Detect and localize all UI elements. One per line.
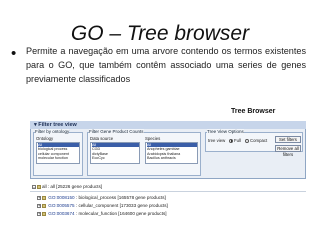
tree-root-label: all : all [25226 gene products] <box>42 184 103 189</box>
tree-node[interactable]: + GO:0003674 : molecular_function [16460… <box>37 211 167 217</box>
term-icon <box>42 211 46 216</box>
term-count: [164600 gene products] <box>118 211 167 216</box>
full-view-label: Full <box>234 138 241 143</box>
species-option[interactable]: Bacillus anthracis <box>147 156 197 160</box>
gene-products-legend: Filter Gene Product Counts <box>89 129 144 134</box>
set-filters-button[interactable]: Set filters <box>275 136 301 143</box>
expand-toggle-icon[interactable]: + <box>37 211 41 216</box>
ontology-legend: Filter by ontology <box>35 129 70 134</box>
ontology-select[interactable]: All biological process cellular componen… <box>36 142 80 164</box>
tree-node[interactable]: + GO:0005575 : cellular_component [17303… <box>37 203 168 209</box>
expand-toggle-icon[interactable]: + <box>37 195 41 200</box>
term-icon <box>37 184 41 189</box>
tree-root[interactable]: – all : all [25226 gene products] <box>32 184 102 190</box>
compact-view-label: Compact <box>250 138 268 143</box>
slide-title: GO – Tree browser <box>70 22 250 45</box>
species-select[interactable]: All Anopheles gambiae Arabidopsis thalia… <box>145 142 198 164</box>
expand-toggle-icon[interactable]: + <box>37 203 41 208</box>
compact-view-radio[interactable] <box>245 138 249 143</box>
screenshot-caption: Tree Browser <box>231 108 276 115</box>
ontology-label: Ontology <box>36 136 54 141</box>
term-count: [165578 gene products] <box>117 195 166 200</box>
term-id[interactable]: GO:0008150 <box>48 195 74 200</box>
bullet-icon: • <box>11 45 17 62</box>
data-source-select[interactable]: All CGD dictyBase EcoCyc <box>90 142 140 164</box>
collapse-toggle-icon[interactable]: – <box>32 184 36 189</box>
term-id[interactable]: GO:0003674 <box>48 211 74 216</box>
collapse-icon[interactable]: ▾ <box>34 122 37 128</box>
term-count: [173033 gene products] <box>119 203 168 208</box>
data-source-option[interactable]: EcoCyc <box>92 156 139 160</box>
ontology-option[interactable]: molecular function <box>38 156 79 160</box>
remove-all-filters-button[interactable]: Remove all filters <box>275 145 301 157</box>
data-source-label: Data source <box>90 136 114 141</box>
tree-view-label: tree view <box>208 138 226 143</box>
term-icon <box>42 203 46 208</box>
full-view-radio[interactable] <box>229 138 233 143</box>
filter-panel-title-text: Filter tree view <box>38 122 77 128</box>
divider <box>30 191 306 192</box>
term-name: biological_process <box>78 195 117 200</box>
species-label: Species <box>145 136 161 141</box>
filter-panel-title[interactable]: ▾ Filter tree view <box>34 121 77 129</box>
term-name: cellular_component <box>78 203 119 208</box>
term-icon <box>42 195 46 200</box>
term-name: molecular_function <box>78 211 117 216</box>
tree-node[interactable]: + GO:0008150 : biological_process [16557… <box>37 195 166 201</box>
bullet-text: Permite a navegação em uma arvore conten… <box>26 46 306 84</box>
view-options-legend: Tree View Options <box>207 129 244 134</box>
term-id[interactable]: GO:0005575 <box>48 203 74 208</box>
